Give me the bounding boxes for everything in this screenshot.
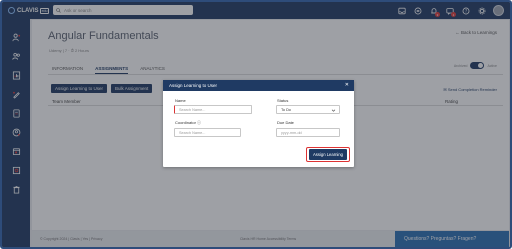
close-icon[interactable]: ✕ (345, 82, 349, 88)
status-value: To Do (281, 107, 291, 112)
coordinator-search-field[interactable]: Search Name... (174, 128, 241, 137)
status-label: Status (277, 98, 289, 103)
due-date-placeholder: yyyy-mm-dd (281, 130, 302, 135)
modal-header: Assign Learning to User ✕ (163, 80, 354, 91)
coordinator-label: Coordinator ⓘ (175, 120, 202, 125)
status-select[interactable]: To Do (276, 105, 340, 114)
coordinator-placeholder: Search Name... (179, 130, 206, 135)
chevron-down-icon (331, 109, 336, 112)
app-frame: CLAVIS edu Ask or search 3 1 ? Angular F… (0, 0, 512, 249)
name-search-field[interactable]: Search Name... (174, 105, 252, 114)
due-date-input[interactable]: yyyy-mm-dd (276, 128, 340, 137)
assign-learning-submit-highlight: Assign Learning (306, 147, 350, 162)
name-placeholder: Search Name... (179, 107, 206, 112)
name-label: Name (175, 98, 186, 103)
modal-title: Assign Learning to User (169, 83, 218, 88)
assign-learning-submit-button[interactable]: Assign Learning (308, 149, 348, 160)
due-date-label: Due Date (277, 120, 294, 125)
assign-learning-modal: Assign Learning to User ✕ Name Search Na… (163, 80, 354, 167)
